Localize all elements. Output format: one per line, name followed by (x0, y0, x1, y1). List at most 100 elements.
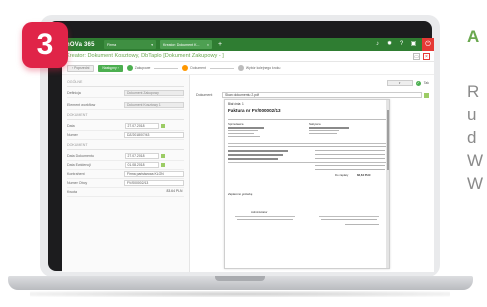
next-button-label: Następny (102, 66, 117, 70)
signature-line (319, 216, 379, 217)
check-icon[interactable]: ✓ (415, 80, 421, 86)
section-title: DOKUMENT (67, 110, 184, 120)
text-line (309, 133, 337, 135)
previous-button-label: Poprzedni (74, 66, 90, 70)
calendar-icon[interactable] (161, 154, 165, 158)
close-icon[interactable]: × (423, 52, 430, 60)
number-field[interactable]: DZ/2018/07/43 (124, 132, 184, 138)
total-value: 83,64 PLN (357, 173, 371, 177)
form-row-data: Data 27.07.2018 (67, 122, 184, 131)
field-label: Element workflow (67, 103, 96, 107)
table-row (315, 158, 385, 160)
side-text-line: R (467, 82, 480, 101)
window-titlebar: Kreator: Dokument Kosztowy, DbTaplo [Dok… (62, 51, 434, 62)
side-heading: A (467, 27, 480, 46)
date-field[interactable]: 27.07.2018 (125, 123, 159, 129)
field-label: Definicja (67, 91, 81, 95)
divider (228, 162, 386, 163)
side-text-line: u (467, 105, 477, 124)
restore-icon[interactable]: ▭ (413, 52, 420, 60)
section-title: OGÓLNE (67, 77, 184, 87)
attach-icon[interactable] (424, 92, 429, 98)
document-field-row: Dokument Skan dokumentu 2.pdf (196, 91, 429, 99)
field-label: Numer Obcy (67, 181, 88, 185)
add-tab-button[interactable]: + (216, 40, 224, 49)
side-text-line: W (467, 151, 484, 170)
calendar-icon[interactable] (161, 124, 165, 128)
step-label: Dokument (190, 66, 206, 70)
invoice-preview[interactable]: Biał ónia: 1 Faktura nr FV/000002/13 Spr… (224, 99, 390, 269)
wizard-step-dokument[interactable]: Dokument (182, 65, 206, 71)
toolbar-check-label: Tak (423, 81, 429, 85)
seller-label: Sprzedawca (228, 122, 244, 126)
contractor-field[interactable]: Firma państwowa KLON (124, 171, 184, 177)
form-row-data-dokumentu: Data Dokumentu 27.07.2018 (67, 152, 184, 161)
text-line (228, 136, 260, 138)
table-row (228, 158, 278, 160)
chevron-down-icon[interactable]: ▾ (151, 43, 153, 47)
table-row (228, 146, 386, 148)
tab-label: Kreator: Dokument K... (163, 42, 200, 47)
text-line (228, 130, 258, 132)
buyer-label: Nabywca (309, 122, 321, 126)
page-title: Kreator: Dokument Kosztowy, DbTaplo [Dok… (66, 53, 224, 59)
form-row-data-ewidencji: Data Ewidencji 01.08.2018 (67, 161, 184, 170)
text-line (321, 219, 377, 221)
document-toolbar: ▾ ✓ Tak (196, 79, 429, 87)
section-title: DOKUMENT (67, 140, 184, 150)
help-icon[interactable]: ? (398, 41, 405, 48)
text-line (309, 130, 339, 132)
step-label: Wybór kolejnego kroku (245, 66, 281, 70)
form-row-numer: Numer DZ/2018/07/43 (67, 131, 184, 140)
next-button[interactable]: Następny › (98, 64, 123, 72)
power-icon[interactable]: ⏻ (422, 38, 434, 51)
bell-icon[interactable]: ♪ (374, 41, 381, 48)
step-label: Zakupowe (134, 66, 151, 70)
main-content: OGÓLNE Definicja Dokument Zakupowy Eleme… (62, 75, 434, 272)
field-label: Dokument (196, 93, 213, 97)
form-row-kwota: Kwota 83.64 PLN (67, 188, 184, 197)
table-row (315, 150, 385, 152)
wizard-step-next[interactable]: Wybór kolejnego kroku (237, 65, 281, 71)
total-label: Do zapłaty (335, 173, 349, 177)
form-row-numer-obcy: Numer Obcy FV/000002/13 (67, 179, 184, 188)
text-line (309, 127, 349, 129)
form-row-kontrahent: Kontrahent Firma państwowa KLON (67, 170, 184, 179)
toolbar-button[interactable]: ▾ (386, 80, 413, 86)
field-label: Kontrahent (67, 172, 85, 176)
close-icon[interactable]: × (207, 43, 209, 47)
field-label: Numer (67, 133, 78, 137)
previous-button[interactable]: ‹ Poprzedni (67, 64, 95, 72)
workflow-field: Dokument Kosztowy 1 (124, 102, 184, 108)
scrollbar-thumb[interactable] (386, 110, 389, 170)
record-date-field[interactable]: 01.08.2018 (125, 162, 159, 168)
tab-label: Firma (107, 42, 117, 47)
app-screen: nOVa 365 Firma ▾ Kreator: Dokument K... … (62, 38, 434, 272)
tab-firma[interactable]: Firma ▾ (104, 40, 156, 49)
gear-icon[interactable]: ✹ (386, 41, 393, 48)
summary-row (315, 165, 385, 167)
document-file-field[interactable]: Skan dokumentu 2.pdf (222, 92, 422, 98)
stage: nOVa 365 Firma ▾ Kreator: Dokument K... … (0, 0, 487, 307)
step-current-icon (182, 65, 189, 71)
form-panel: OGÓLNE Definicja Dokument Zakupowy Eleme… (62, 75, 190, 272)
lock-icon[interactable]: ▣ (410, 41, 417, 48)
invoice-title: Faktura nr FV/000002/13 (228, 108, 281, 113)
divider (228, 119, 386, 120)
window-buttons: ▭ × (413, 52, 430, 60)
signer-label: Administrator (251, 210, 268, 214)
tab-kreator[interactable]: Kreator: Dokument K... × (160, 40, 212, 49)
document-area: ▾ ✓ Tak Dokument Skan dokumentu 2.pdf Bi… (190, 75, 434, 272)
calendar-icon[interactable] (161, 163, 165, 167)
field-label: Data (67, 124, 75, 128)
table-row (315, 154, 385, 156)
foreign-number-field[interactable]: FV/000002/13 (124, 180, 184, 186)
wizard-step-zakupowe[interactable]: Zakupowe (126, 65, 151, 71)
table-row (228, 154, 283, 156)
document-date-field[interactable]: 27.07.2018 (125, 153, 159, 159)
summary-row (315, 169, 385, 171)
wizard-bar: ‹ Poprzedni Następny › Zakupowe Dokument… (62, 62, 434, 75)
step-pending-icon (237, 65, 244, 71)
preview-scrollbar[interactable] (386, 100, 389, 268)
preview-header: Biał ónia: 1 (228, 102, 244, 106)
